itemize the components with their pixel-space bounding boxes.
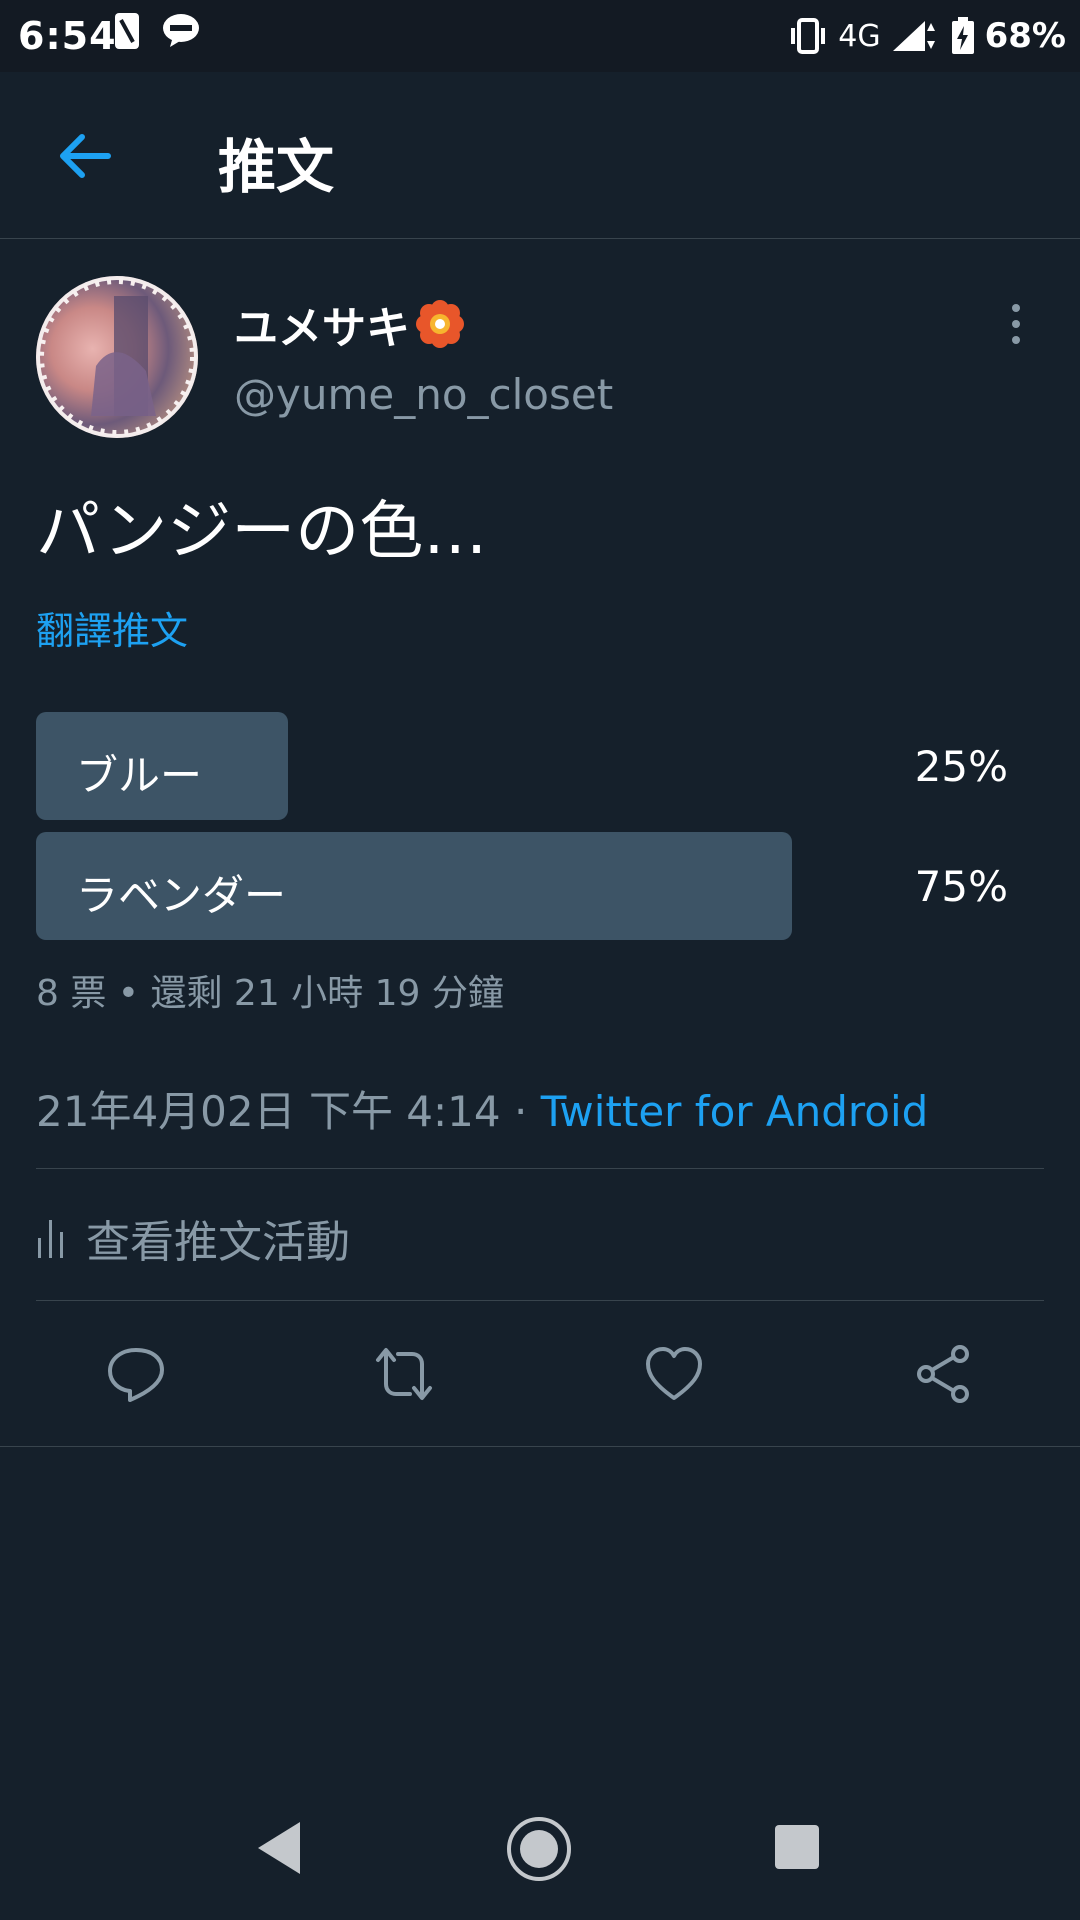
- battery-charging-icon: [951, 17, 974, 54]
- bar-chart-icon: [38, 1220, 63, 1258]
- author-display-name[interactable]: ユメサキ: [234, 292, 410, 356]
- poll-meta: 8 票 • 還剩 21 小時 19 分鐘: [36, 973, 504, 1014]
- view-activity-label: 查看推文活動: [86, 1217, 350, 1268]
- nav-back-icon[interactable]: [254, 1820, 304, 1876]
- poll-option-1: ブルー 25%: [36, 712, 1044, 820]
- tweet-source-link[interactable]: Twitter for Android: [541, 1087, 929, 1136]
- line-app-icon: [163, 14, 199, 47]
- tweet-actions: [0, 1300, 1080, 1446]
- avatar[interactable]: [36, 276, 198, 438]
- nav-recents-icon[interactable]: [774, 1824, 820, 1870]
- app-header: 推文: [0, 72, 1080, 239]
- tweet-text: パンジーの色…: [36, 495, 488, 569]
- poll-option-percent: 75%: [914, 862, 1008, 911]
- network-type: 4G: [838, 18, 881, 54]
- system-nav-bar: [0, 1790, 1080, 1920]
- signal-icon: [892, 21, 935, 51]
- sim-card-icon: [115, 13, 139, 49]
- translate-link[interactable]: 翻譯推文: [36, 600, 188, 655]
- heart-icon[interactable]: [644, 1344, 704, 1404]
- poll-option-2: ラベンダー 75%: [36, 832, 1044, 940]
- timestamp-text: 21年4月02日 下午 4:14 ·: [36, 1087, 541, 1136]
- reply-icon[interactable]: [106, 1344, 166, 1404]
- avatar-image: [38, 278, 196, 436]
- status-time: 6:54: [18, 14, 117, 58]
- tweet-timestamp: 21年4月02日 下午 4:14 · Twitter for Android: [36, 1078, 928, 1139]
- status-bar: 6:54 4G 68%: [0, 0, 1080, 72]
- author-handle[interactable]: @yume_no_closet: [234, 370, 613, 419]
- flower-emoji-icon: [416, 300, 464, 348]
- share-icon[interactable]: [914, 1344, 974, 1404]
- poll-option-percent: 25%: [914, 742, 1008, 791]
- arrow-left-icon[interactable]: [52, 124, 116, 188]
- retweet-icon[interactable]: [374, 1344, 434, 1404]
- poll-option-label: ラベンダー: [76, 871, 287, 920]
- divider: [36, 1168, 1044, 1169]
- more-vertical-icon[interactable]: [1006, 300, 1026, 348]
- author-name-row[interactable]: ユメサキ: [234, 292, 464, 356]
- vibrate-icon: [791, 18, 826, 54]
- view-activity-button[interactable]: 查看推文活動: [36, 1206, 350, 1270]
- divider: [0, 1446, 1080, 1447]
- battery-percent: 68%: [984, 16, 1066, 56]
- nav-home-icon[interactable]: [506, 1816, 572, 1882]
- status-right: 4G 68%: [788, 12, 1066, 60]
- page-title: 推文: [218, 133, 335, 201]
- poll-option-label: ブルー: [76, 751, 203, 800]
